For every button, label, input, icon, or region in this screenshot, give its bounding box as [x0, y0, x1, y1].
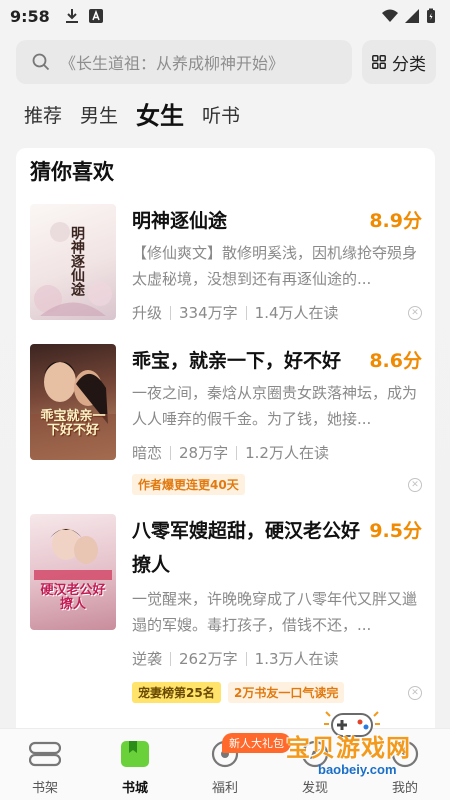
- book-meta: 升级 334万字 1.4万人在读: [132, 302, 339, 323]
- book-words: 334万字: [179, 304, 238, 322]
- book-readers: 1.4万人在读: [254, 304, 339, 322]
- bookshelf-icon: [29, 739, 61, 769]
- book-title: 八零军嫂超甜，硬汉老公好撩人: [132, 520, 361, 576]
- watermark-url: baobeiy.com: [318, 762, 397, 777]
- book-meta: 暗恋 28万字 1.2万人在读: [132, 442, 329, 463]
- book-meta: 逆袭 262万字 1.3万人在读: [132, 648, 339, 669]
- download-icon: [65, 9, 78, 23]
- wifi-icon: [382, 9, 398, 22]
- book-words: 262万字: [179, 650, 238, 668]
- book-cover: 乖宝就亲一下好不好: [30, 344, 116, 460]
- book-title: 乖宝，就亲一下，好不好: [132, 350, 342, 372]
- nav-bookshelf[interactable]: 书架: [0, 729, 90, 800]
- book-score: 9.5分: [369, 520, 422, 542]
- book-title: 明神逐仙途: [132, 210, 228, 232]
- book-tag: 作者爆更连更40天: [132, 474, 245, 495]
- book-item[interactable]: 硬汉老公好撩人 八零军嫂超甜，硬汉老公好撩人 9.5分 一觉醒来，许晚晚穿成了八…: [30, 514, 422, 703]
- tab-audiobook[interactable]: 听书: [202, 96, 240, 136]
- nav-label: 书城: [121, 781, 148, 796]
- book-tag: 宠妻榜第25名: [132, 682, 221, 703]
- tab-female[interactable]: 女生: [136, 96, 184, 136]
- status-bar: 9:58: [0, 0, 450, 32]
- book-cover: 硬汉老公好撩人: [30, 514, 116, 630]
- cover-title: 乖宝就亲一下好不好: [40, 409, 106, 438]
- search-input[interactable]: 《长生道祖：从养成柳神开始》: [16, 40, 352, 84]
- section-title: 猜你喜欢: [30, 160, 114, 184]
- category-label: 分类: [392, 54, 426, 75]
- book-genre: 升级: [132, 304, 163, 322]
- cover-art: [30, 361, 116, 460]
- nav-bookstore[interactable]: 书城: [90, 729, 180, 800]
- book-desc: 【修仙爽文】散修明奚浅，因机缘抢夺殒身太虚秘境，没想到还有再逐仙途的...: [132, 244, 418, 288]
- watermark: 宝贝游戏网 baobeiy.com: [286, 708, 450, 790]
- book-readers: 1.2万人在读: [245, 444, 329, 462]
- category-button[interactable]: 分类: [362, 40, 436, 84]
- book-desc: 一夜之间，秦焓从京圈贵女跌落神坛，成为人人唾弃的假千金。为了钱，她接...: [132, 384, 418, 428]
- tab-recommend[interactable]: 推荐: [24, 96, 62, 136]
- book-score: 8.9分: [369, 210, 422, 232]
- tab-male[interactable]: 男生: [80, 96, 118, 136]
- signal-icon: [405, 9, 419, 23]
- book-item[interactable]: 明神逐仙途 明神逐仙途 8.9分 【修仙爽文】散修明奚浅，因机缘抢夺殒身太虚秘境…: [30, 204, 422, 334]
- status-time: 9:58: [10, 6, 50, 26]
- nav-label: 福利: [211, 781, 238, 796]
- a-icon: [88, 9, 103, 23]
- close-icon[interactable]: ✕: [408, 478, 422, 492]
- nav-label: 书架: [31, 781, 58, 796]
- book-score: 8.6分: [369, 350, 422, 372]
- search-placeholder: 《长生道祖：从养成柳神开始》: [60, 54, 285, 73]
- search-row: 《长生道祖：从养成柳神开始》 分类: [16, 40, 436, 84]
- book-genre: 逆袭: [132, 650, 163, 668]
- cover-title: 硬汉老公好撩人: [40, 583, 106, 612]
- battery-icon: [427, 8, 435, 23]
- book-words: 28万字: [179, 444, 229, 462]
- close-icon[interactable]: ✕: [408, 306, 422, 320]
- channel-tabs: 推荐 男生 女生 听书: [24, 96, 240, 136]
- book-readers: 1.3万人在读: [254, 650, 339, 668]
- book-tag: 2万书友一口气读完: [228, 682, 345, 703]
- promo-bubble[interactable]: 新人大礼包: [222, 733, 291, 753]
- bookstore-icon: [119, 739, 151, 769]
- watermark-text: 宝贝游戏网: [286, 734, 411, 762]
- grid-icon: [372, 55, 386, 69]
- cover-title: 明神逐仙途: [69, 226, 85, 296]
- search-icon: [32, 53, 50, 71]
- cover-art: [34, 528, 112, 580]
- book-desc: 一觉醒来，许晚晚穿成了八零年代又胖又邋遢的军嫂。毒打孩子，借钱不还，...: [132, 590, 418, 634]
- close-icon[interactable]: ✕: [408, 686, 422, 700]
- book-item[interactable]: 乖宝就亲一下好不好 乖宝，就亲一下，好不好 8.6分 一夜之间，秦焓从京圈贵女跌…: [30, 344, 422, 504]
- book-cover: 明神逐仙途: [30, 204, 116, 320]
- recommend-card: 猜你喜欢 明神逐仙途 明神逐仙途 8.9分 【修仙爽文】散修明奚浅，因机缘抢夺殒…: [16, 148, 435, 748]
- book-genre: 暗恋: [132, 444, 163, 462]
